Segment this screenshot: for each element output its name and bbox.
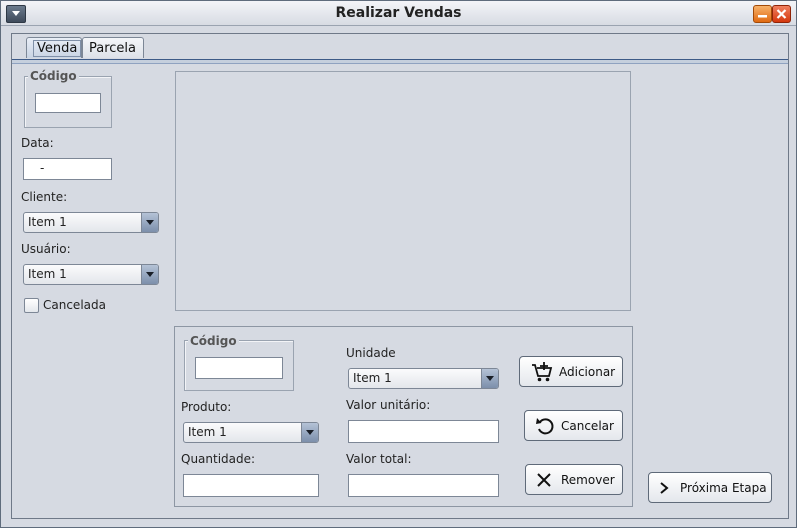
items-list[interactable] bbox=[175, 71, 631, 311]
chevron-right-icon bbox=[660, 482, 669, 494]
valor-unitario-label: Valor unitário: bbox=[346, 398, 431, 412]
main-content: Venda Parcela Código Data: - Cliente: It… bbox=[11, 33, 789, 519]
undo-icon bbox=[536, 418, 554, 435]
valor-total-field[interactable] bbox=[348, 474, 499, 497]
minimize-icon bbox=[758, 15, 767, 18]
cancelar-button[interactable]: Cancelar bbox=[524, 410, 623, 441]
unidade-label: Unidade bbox=[346, 346, 396, 360]
tab-venda[interactable]: Venda bbox=[26, 37, 82, 58]
dropdown-arrow[interactable] bbox=[301, 423, 318, 442]
data-label: Data: bbox=[21, 136, 54, 150]
cliente-selected: Item 1 bbox=[28, 215, 67, 229]
valor-unitario-field[interactable] bbox=[348, 420, 499, 443]
usuario-label: Usuário: bbox=[21, 242, 71, 256]
cliente-label: Cliente: bbox=[21, 190, 68, 204]
title-bar: Realizar Vendas bbox=[1, 1, 796, 26]
dropdown-arrow[interactable] bbox=[141, 265, 158, 284]
chevron-down-icon bbox=[146, 220, 154, 225]
realizar-vendas-window: Realizar Vendas Venda Parcela Código Dat… bbox=[0, 0, 797, 528]
adicionar-label: Adicionar bbox=[559, 365, 616, 379]
chevron-down-icon bbox=[486, 376, 494, 381]
item-codigo-legend: Código bbox=[188, 334, 239, 348]
unidade-select[interactable]: Item 1 bbox=[348, 368, 499, 389]
valor-total-label: Valor total: bbox=[346, 452, 412, 466]
cart-plus-icon bbox=[532, 362, 553, 382]
codigo-legend: Código bbox=[28, 69, 79, 83]
dropdown-arrow[interactable] bbox=[141, 213, 158, 232]
remover-label: Remover bbox=[561, 473, 615, 487]
proxima-etapa-label: Próxima Etapa bbox=[680, 481, 767, 495]
cancelada-label: Cancelada bbox=[43, 298, 106, 312]
data-field[interactable]: - bbox=[23, 158, 112, 180]
remover-button[interactable]: Remover bbox=[525, 464, 623, 495]
tab-parcela[interactable]: Parcela bbox=[82, 37, 144, 58]
produto-select[interactable]: Item 1 bbox=[183, 422, 319, 443]
window-title: Realizar Vendas bbox=[335, 5, 462, 21]
x-icon bbox=[537, 473, 551, 487]
item-codigo-field[interactable] bbox=[195, 357, 283, 379]
dropdown-arrow[interactable] bbox=[481, 369, 498, 388]
usuario-selected: Item 1 bbox=[28, 267, 67, 281]
produto-label: Produto: bbox=[181, 400, 232, 414]
quantidade-label: Quantidade: bbox=[181, 452, 256, 466]
minimize-button[interactable] bbox=[753, 5, 772, 23]
usuario-select[interactable]: Item 1 bbox=[23, 264, 159, 285]
tab-divider bbox=[12, 59, 788, 64]
codigo-field[interactable] bbox=[35, 93, 101, 113]
cancelada-checkbox[interactable] bbox=[24, 298, 39, 313]
quantidade-field[interactable] bbox=[183, 474, 319, 497]
chevron-down-icon bbox=[146, 272, 154, 277]
close-button[interactable] bbox=[772, 5, 791, 23]
cancelar-label: Cancelar bbox=[561, 419, 614, 433]
unidade-selected: Item 1 bbox=[353, 371, 392, 385]
adicionar-button[interactable]: Adicionar bbox=[519, 356, 623, 387]
proxima-etapa-button[interactable]: Próxima Etapa bbox=[648, 472, 772, 503]
close-icon bbox=[776, 9, 787, 19]
produto-selected: Item 1 bbox=[188, 425, 227, 439]
chevron-down-icon bbox=[306, 430, 314, 435]
cliente-select[interactable]: Item 1 bbox=[23, 212, 159, 233]
